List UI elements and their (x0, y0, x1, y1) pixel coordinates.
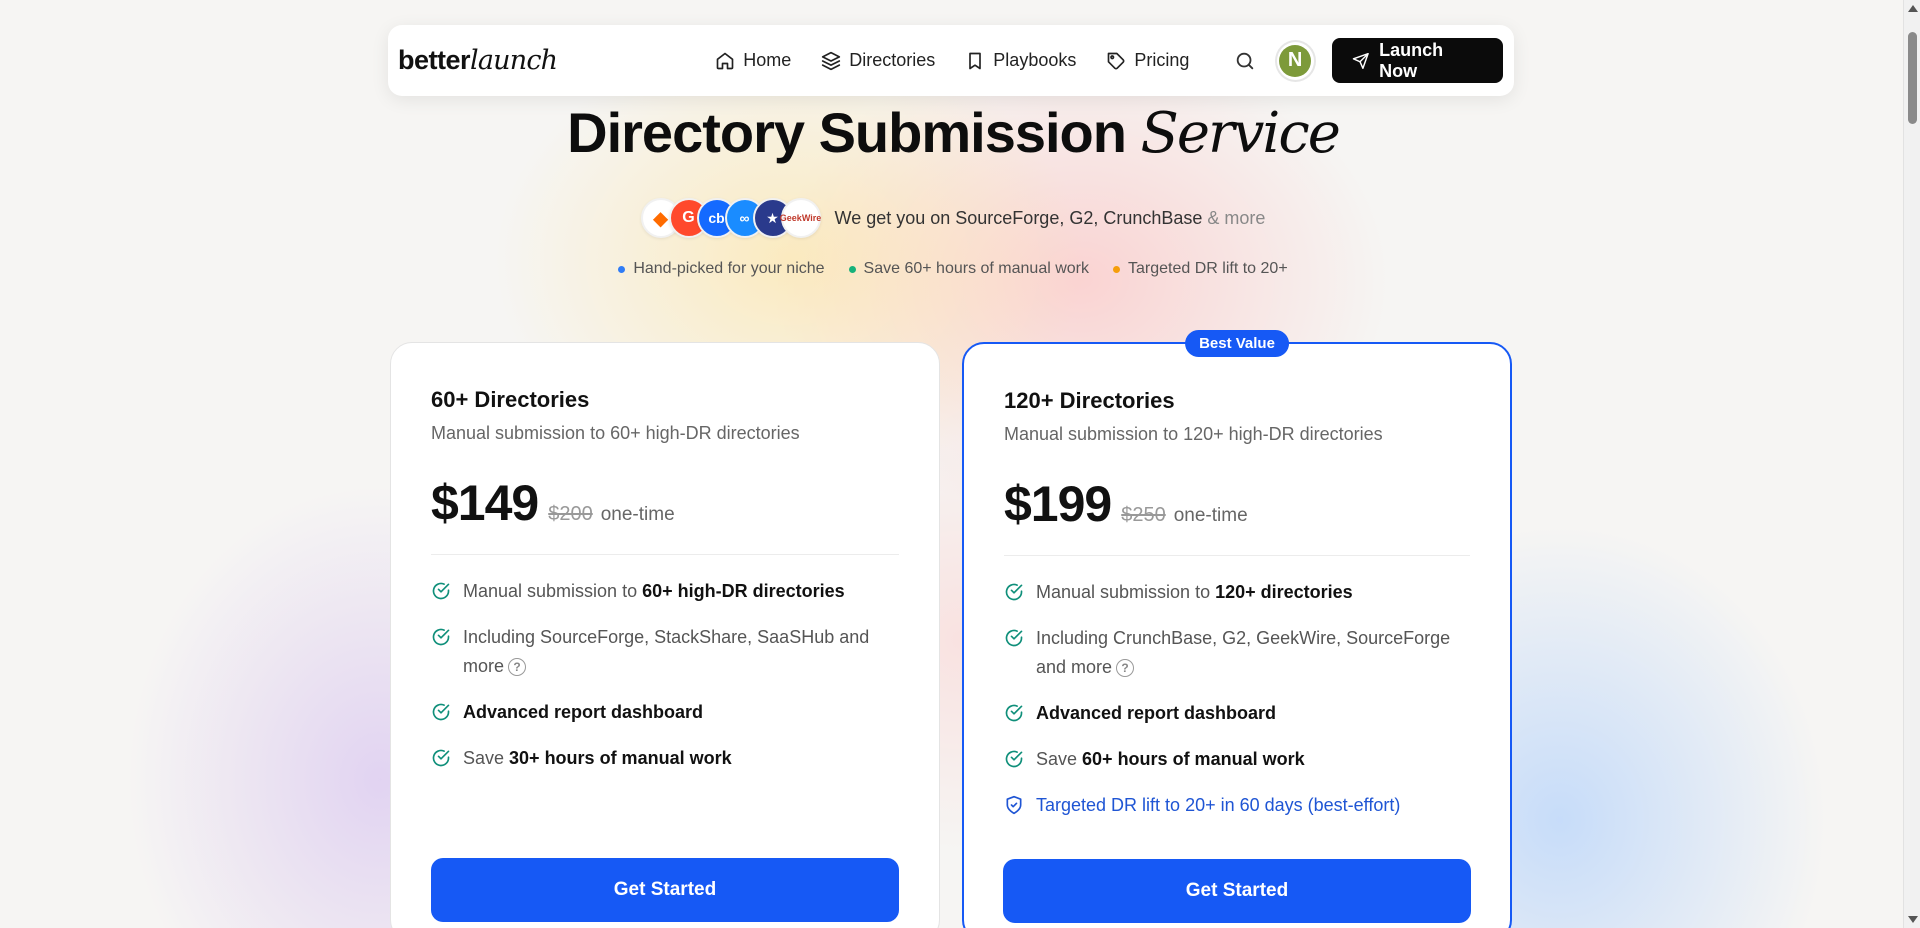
shield-check-icon (1006, 795, 1022, 815)
feature-text: Including SourceForge, StackShare, SaaSH… (463, 627, 870, 677)
nav-link-label: Home (743, 50, 792, 70)
feature-list: Manual submission to 120+ directories In… (1004, 578, 1470, 820)
send-icon (1352, 52, 1369, 69)
home-icon (716, 52, 734, 69)
tag-icon (1108, 52, 1125, 69)
check-circle-icon (432, 749, 450, 767)
bookmark-icon (969, 52, 982, 69)
bullet-dot-icon (1113, 265, 1121, 273)
logo-text-main: better (398, 45, 471, 75)
feature-item: Advanced report dashboard (1004, 699, 1470, 728)
plan-subtitle: Manual submission to 120+ high-DR direct… (1004, 424, 1383, 444)
plan-price: $149 (431, 475, 539, 531)
nav-link-directories[interactable]: Directories (821, 50, 935, 71)
feature-item-highlight: Targeted DR lift to 20+ in 60 days (best… (1004, 791, 1470, 820)
check-circle-icon (1005, 704, 1023, 722)
nav-links: Home Directories Playbooks Pricing (715, 50, 1189, 71)
feature-text: Manual submission to 60+ high-DR directo… (463, 581, 845, 601)
check-circle-icon (432, 703, 450, 721)
bullet-text: Targeted DR lift to 20+ (1128, 260, 1288, 277)
plan-old-price: $250 (1121, 504, 1166, 526)
feature-text: Advanced report dashboard (463, 702, 704, 722)
check-circle-icon (1005, 629, 1023, 647)
plan-price: $199 (1004, 476, 1112, 532)
nav-link-home[interactable]: Home (715, 50, 791, 71)
plan-period: one-time (600, 504, 675, 525)
feature-text: Save 30+ hours of manual work (463, 748, 732, 768)
hero-bullets: Hand-picked for your niche Save 60+ hour… (0, 260, 1906, 278)
hero-bullet: Save 60+ hours of manual work (848, 260, 1090, 278)
feature-item: Save 30+ hours of manual work (431, 744, 899, 773)
search-icon (1236, 52, 1254, 69)
nav-link-playbooks[interactable]: Playbooks (965, 50, 1076, 71)
feature-text: Targeted DR lift to 20+ in 60 days (best… (1036, 795, 1401, 815)
check-circle-icon (1005, 583, 1023, 601)
feature-item: Including CrunchBase, G2, GeekWire, Sour… (1004, 624, 1470, 682)
layers-icon (822, 51, 841, 70)
feature-text: Including CrunchBase, G2, GeekWire, Sour… (1036, 628, 1451, 678)
brand-logo[interactable]: betterlaunch (398, 45, 558, 76)
logos-caption-more: & more (1207, 207, 1266, 228)
feature-text: Manual submission to 120+ directories (1036, 582, 1353, 602)
plan-old-price: $200 (548, 503, 593, 525)
title-main: Directory Submission (567, 101, 1127, 164)
scroll-down-arrow-icon[interactable] (1908, 916, 1918, 923)
hero-bullet: Targeted DR lift to 20+ (1113, 260, 1288, 278)
logos-caption: We get you on SourceForge, G2, CrunchBas… (835, 208, 1266, 229)
plan-period: one-time (1173, 505, 1248, 526)
plan-card-120: Best Value 120+ Directories Manual submi… (962, 330, 1512, 928)
page-title: Directory Submission Service (0, 100, 1906, 166)
nav-link-label: Pricing (1134, 50, 1190, 70)
launch-now-label: Launch Now (1379, 39, 1444, 81)
feature-text: Save 60+ hours of manual work (1036, 749, 1305, 769)
feature-item: Including SourceForge, StackShare, SaaSH… (431, 623, 899, 681)
user-avatar[interactable]: N (1274, 39, 1316, 82)
hero-bullet: Hand-picked for your niche (618, 260, 825, 278)
bullet-text: Hand-picked for your niche (633, 260, 825, 277)
search-button[interactable] (1231, 47, 1258, 75)
price-row: $149 $200 one-time (431, 474, 899, 532)
get-started-button[interactable]: Get Started (431, 858, 899, 922)
bullet-dot-icon (848, 265, 856, 273)
plan-card-60: 60+ Directories Manual submission to 60+… (390, 342, 940, 928)
nav-link-label: Playbooks (993, 50, 1077, 70)
feature-item: Manual submission to 60+ high-DR directo… (431, 577, 899, 606)
feature-text: Advanced report dashboard (1036, 703, 1277, 723)
top-nav: betterlaunch Home Directories Playbooks … (388, 25, 1514, 96)
check-circle-icon (432, 628, 450, 646)
divider (1004, 555, 1470, 556)
check-circle-icon (1005, 750, 1023, 768)
logo-text-italic: launch (470, 45, 558, 76)
logos-caption-main: We get you on SourceForge, G2, CrunchBas… (834, 207, 1203, 228)
partner-logos: ◆ G cb ∞ ★ Geek Wire (640, 198, 821, 238)
plan-subtitle: Manual submission to 60+ high-DR directo… (431, 423, 800, 443)
best-value-badge: Best Value (1185, 330, 1289, 357)
check-circle-icon (432, 582, 450, 600)
scroll-up-arrow-icon[interactable] (1908, 5, 1918, 12)
geekwire-logo-icon: Geek Wire (780, 198, 821, 238)
bullet-dot-icon (618, 265, 626, 273)
nav-link-pricing[interactable]: Pricing (1106, 50, 1189, 71)
scroll-thumb[interactable] (1908, 32, 1917, 124)
title-serif: Service (1140, 101, 1341, 166)
feature-item: Save 60+ hours of manual work (1004, 745, 1470, 774)
help-icon[interactable]: ? (508, 658, 527, 677)
launch-now-button[interactable]: Launch Now (1331, 38, 1503, 83)
get-started-button[interactable]: Get Started (1003, 859, 1471, 923)
bullet-text: Save 60+ hours of manual work (863, 260, 1090, 277)
nav-link-label: Directories (849, 50, 936, 70)
plan-title: 120+ Directories (1004, 388, 1175, 413)
feature-list: Manual submission to 60+ high-DR directo… (431, 577, 899, 773)
avatar-initial: N (1279, 44, 1312, 77)
help-icon[interactable]: ? (1116, 659, 1135, 678)
feature-item: Advanced report dashboard (431, 698, 899, 727)
feature-item: Manual submission to 120+ directories (1004, 578, 1470, 607)
price-row: $199 $250 one-time (1004, 475, 1470, 533)
divider (431, 554, 899, 555)
plan-title: 60+ Directories (431, 387, 590, 412)
partner-logos-row: ◆ G cb ∞ ★ Geek Wire We get you on Source… (0, 198, 1906, 238)
